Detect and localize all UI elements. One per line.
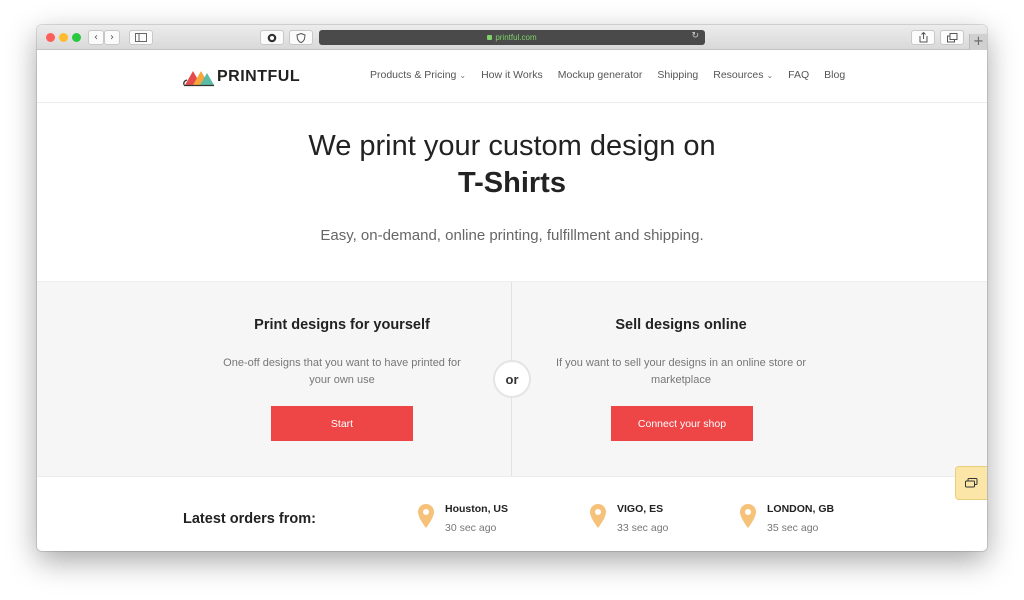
order-city: Houston, US	[445, 503, 508, 515]
logo-mark-icon	[183, 71, 214, 87]
order-item: Houston, US 30 sec ago	[417, 503, 508, 534]
shield-icon	[296, 32, 306, 43]
shield-extension-button[interactable]	[289, 30, 313, 45]
nav-mockup-generator[interactable]: Mockup generator	[558, 69, 643, 81]
tabs-icon	[946, 32, 957, 42]
extension-button[interactable]	[260, 30, 284, 45]
title-bar: ‹ › printful.com ↻ +	[37, 25, 987, 50]
main-nav: Products & Pricing ⌄ How it Works Mockup …	[370, 69, 860, 81]
latest-orders-label: Latest orders from:	[183, 511, 316, 527]
hero-product: T-Shirts	[458, 167, 566, 199]
order-time: 33 sec ago	[617, 522, 669, 534]
reload-icon[interactable]: ↻	[691, 31, 699, 41]
nav-label: Shipping	[657, 69, 699, 81]
panel-description: If you want to sell your designs in an o…	[555, 357, 807, 386]
hero-title: We print your custom design on	[308, 130, 716, 162]
lock-icon	[487, 35, 493, 40]
chevron-left-icon: ‹	[94, 32, 98, 43]
close-window-button[interactable]	[46, 33, 55, 42]
extension-c-icon	[267, 33, 277, 42]
url-text: printful.com	[495, 33, 537, 42]
nav-label: FAQ	[788, 69, 810, 81]
nav-blog[interactable]: Blog	[824, 69, 845, 81]
nav-shipping[interactable]: Shipping	[657, 69, 698, 81]
chevron-down-icon: ⌄	[459, 70, 467, 80]
order-time: 30 sec ago	[445, 522, 497, 534]
share-button[interactable]	[911, 30, 935, 45]
nav-resources[interactable]: Resources ⌄	[713, 69, 773, 81]
panel-title: Sell designs online	[615, 317, 747, 333]
order-item: LONDON, GB 35 sec ago	[739, 503, 834, 534]
nav-how-it-works[interactable]: How it Works	[481, 69, 543, 81]
or-badge: or	[493, 360, 531, 398]
printful-logo[interactable]: PRINTFUL	[183, 67, 300, 87]
site-header: PRINTFUL Products & Pricing ⌄ How it Work…	[37, 50, 987, 103]
sidebar-toggle-button[interactable]	[129, 30, 153, 45]
order-city: VIGO, ES	[617, 503, 664, 515]
nav-label: Products & Pricing	[370, 69, 457, 81]
tabs-overview-button[interactable]	[940, 30, 964, 45]
hero-subtitle: Easy, on-demand, online printing, fulfil…	[320, 227, 704, 244]
nav-faq[interactable]: FAQ	[788, 69, 809, 81]
order-item: VIGO, ES 33 sec ago	[589, 503, 668, 534]
back-button[interactable]: ‹	[88, 30, 104, 45]
nav-label: Mockup generator	[557, 69, 643, 81]
logo-text: PRINTFUL	[217, 68, 301, 85]
start-button[interactable]: Start	[271, 406, 413, 441]
address-bar[interactable]: printful.com ↻	[319, 30, 705, 45]
nav-label: How it Works	[481, 69, 543, 81]
chat-icon	[965, 477, 978, 487]
zoom-window-button[interactable]	[72, 33, 81, 42]
sidebar-icon	[135, 33, 147, 42]
location-pin-icon	[590, 504, 606, 528]
order-city: LONDON, GB	[767, 503, 835, 515]
nav-products-pricing[interactable]: Products & Pricing ⌄	[370, 69, 466, 81]
latest-orders-section: Latest orders from: Houston, US 30 sec a…	[37, 476, 987, 551]
browser-window: ‹ › printful.com ↻ + PRINTFUL Products &…	[37, 25, 987, 551]
panel-title: Print designs for yourself	[254, 317, 430, 333]
order-time: 35 sec ago	[767, 522, 819, 534]
panel-description: One-off designs that you want to have pr…	[223, 357, 461, 386]
options-section: Print designs for yourself One-off desig…	[37, 281, 987, 477]
new-tab-button[interactable]: +	[969, 34, 987, 50]
nav-label: Blog	[824, 69, 846, 81]
minimize-window-button[interactable]	[59, 33, 68, 42]
connect-shop-button[interactable]: Connect your shop	[611, 406, 753, 441]
share-icon	[919, 32, 927, 43]
forward-button[interactable]: ›	[104, 30, 120, 45]
chevron-down-icon: ⌄	[766, 70, 774, 80]
chat-button[interactable]	[955, 466, 987, 500]
chevron-right-icon: ›	[110, 32, 114, 43]
nav-label: Resources	[713, 69, 764, 81]
location-pin-icon	[418, 504, 434, 528]
location-pin-icon	[740, 504, 756, 528]
